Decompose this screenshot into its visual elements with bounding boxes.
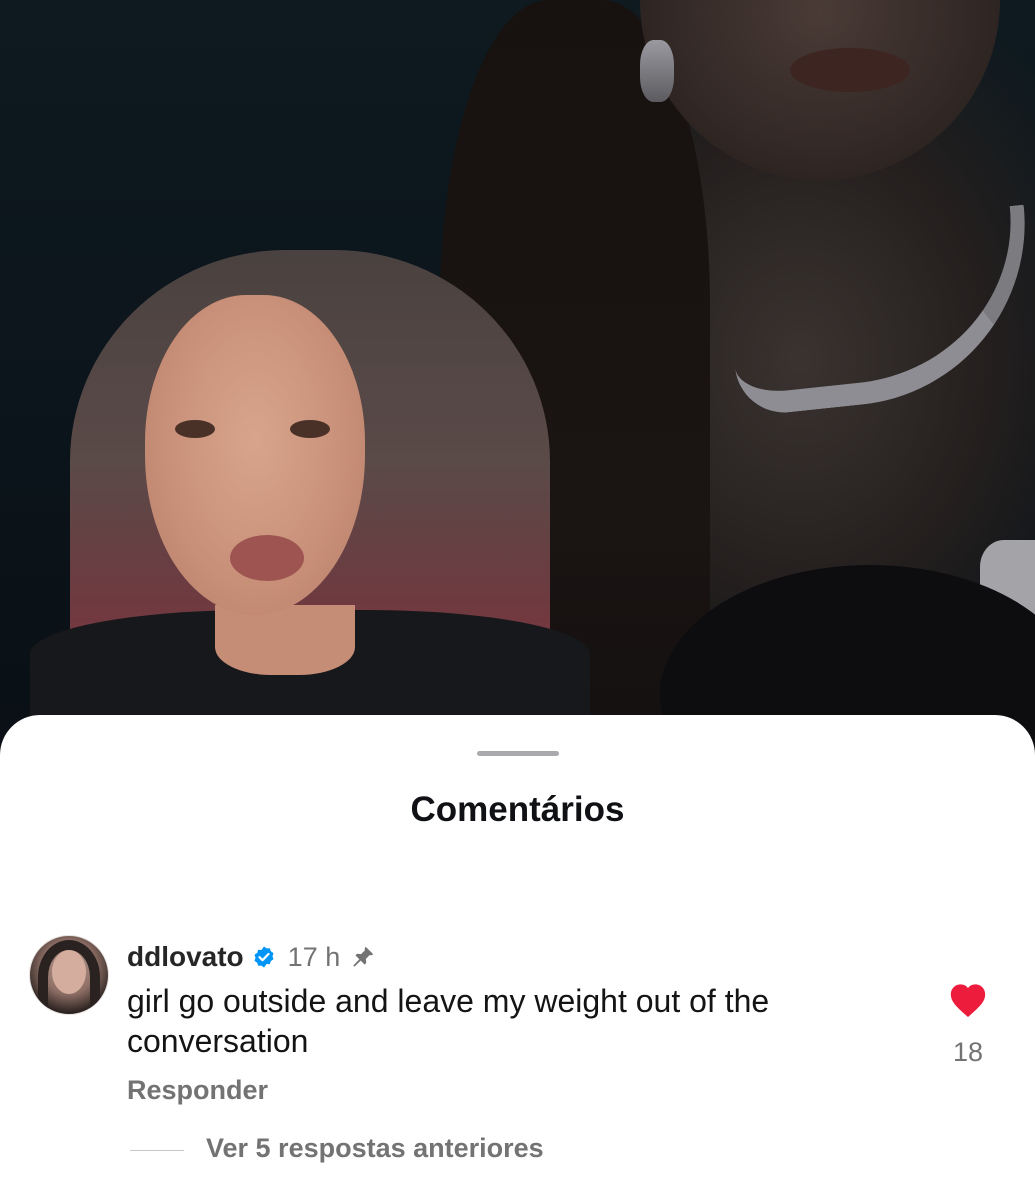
verified-badge-icon <box>254 946 274 968</box>
heart-icon[interactable] <box>948 981 988 1019</box>
necklace <box>721 204 1035 418</box>
creator-overlay <box>30 250 590 720</box>
creator-mouth <box>230 535 304 581</box>
earring <box>640 40 674 102</box>
video-background <box>0 0 1035 825</box>
pin-icon <box>353 946 374 967</box>
like-area: 18 <box>940 981 996 1068</box>
avatar[interactable] <box>29 935 109 1015</box>
creator-neck <box>215 605 355 675</box>
comments-sheet[interactable]: Comentários ddlovato 17 h girl go outsid… <box>0 715 1035 1200</box>
like-count: 18 <box>952 1037 984 1067</box>
view-replies-button[interactable]: Ver 5 respostas anteriores <box>206 1133 544 1164</box>
username[interactable]: ddlovato <box>127 941 244 973</box>
reply-button[interactable]: Responder <box>127 1075 268 1106</box>
creator-eye-left <box>175 420 215 438</box>
comment-time: 17 h <box>287 941 341 972</box>
sheet-title: Comentários <box>410 790 625 829</box>
sheet-grabber[interactable] <box>477 751 559 756</box>
comment-text: girl go outside and leave my weight out … <box>127 983 770 1059</box>
creator-eye-right <box>290 420 330 438</box>
background-person-lips <box>790 48 910 92</box>
replies-divider <box>130 1150 184 1151</box>
comment-header: ddlovato 17 h <box>127 937 376 977</box>
avatar-face <box>52 950 86 994</box>
